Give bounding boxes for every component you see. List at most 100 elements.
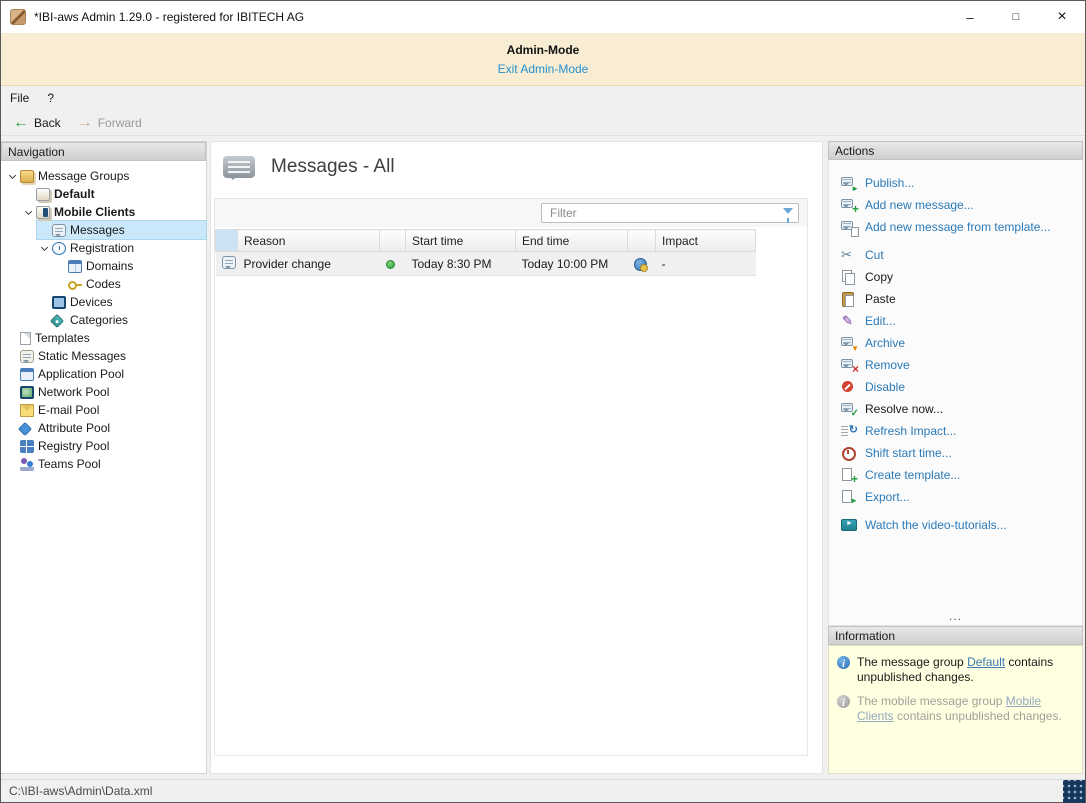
maximize-button[interactable]: □: [993, 1, 1039, 33]
nav-toolbar: ← Back → Forward: [1, 110, 1085, 136]
action-refresh-impact[interactable]: Refresh Impact...: [829, 420, 1082, 442]
minimize-button[interactable]: –: [947, 1, 993, 33]
teams-pool-icon: [20, 457, 34, 471]
action-label: Archive: [865, 336, 906, 350]
action-shift-start-time[interactable]: Shift start time...: [829, 442, 1082, 464]
network-pool-icon: [20, 385, 34, 399]
tree-item-devices[interactable]: Devices: [1, 293, 206, 311]
main-content: Messages - All Reason: [210, 141, 823, 774]
tree-item-core: Devices: [37, 293, 206, 311]
tree-item-label: Application Pool: [38, 367, 125, 381]
table-row[interactable]: Provider change Today 8:30 PM Today 10:00 …: [215, 251, 756, 276]
forward-button[interactable]: → Forward: [73, 114, 150, 132]
tree-item-mobile-clients[interactable]: Mobile Clients: [1, 203, 206, 221]
tree-item-templates[interactable]: Templates: [1, 329, 206, 347]
information-panel: The message group Default contains unpub…: [828, 645, 1083, 774]
back-arrow-icon: ←: [13, 113, 29, 131]
chevron-glyph: [40, 243, 49, 251]
action-create-template[interactable]: Create template...: [829, 464, 1082, 486]
refresh-impact-icon: [841, 423, 858, 439]
chevron-down-icon[interactable]: [21, 207, 36, 215]
tree-item-default[interactable]: Default: [1, 145, 835, 203]
chevron-down-icon[interactable]: [5, 171, 20, 179]
email-pool-icon: [20, 403, 34, 417]
col-start-time[interactable]: Start time: [405, 229, 516, 252]
overlay-glyph: [851, 227, 859, 237]
edit-icon: [841, 313, 857, 329]
action-label: Disable: [865, 380, 906, 394]
tree-item-core: Application Pool: [5, 145, 835, 383]
action-resolve-now[interactable]: Resolve now...: [829, 398, 1082, 420]
tree-item-registry-pool[interactable]: Registry Pool: [1, 145, 835, 455]
action-label: Edit...: [865, 314, 896, 328]
tree-item-message-groups[interactable]: Message Groups: [1, 167, 206, 185]
tree-item-registration[interactable]: Registration: [1, 239, 206, 257]
paste-icon: [841, 291, 857, 307]
tree-item-messages[interactable]: Messages: [1, 145, 835, 240]
action-add-new-message[interactable]: Add new message...: [829, 194, 1082, 216]
action-export[interactable]: Export...: [829, 486, 1082, 508]
tree-item-core: Registry Pool: [5, 145, 835, 455]
filter-input[interactable]: [541, 203, 799, 223]
action-copy[interactable]: Copy: [829, 266, 1082, 288]
action-disable[interactable]: Disable: [829, 376, 1082, 398]
menu-help[interactable]: ?: [38, 86, 63, 110]
tree-item-application-pool[interactable]: Application Pool: [1, 145, 835, 383]
tree-item-domains[interactable]: Domains: [1, 257, 206, 275]
cell-impact-icon: [627, 251, 656, 276]
resize-grip[interactable]: [1063, 779, 1085, 803]
action-publish[interactable]: Publish...: [829, 172, 1082, 194]
overlay-glyph: [851, 406, 859, 419]
tree-item-core: Teams Pool: [5, 145, 835, 473]
col-status[interactable]: [379, 229, 406, 252]
statusbar: C:\IBI-aws\Admin\Data.xml: [1, 779, 1085, 803]
tree-item-static-messages[interactable]: Static Messages: [1, 347, 206, 365]
tree-item-label: Domains: [86, 259, 134, 273]
forward-label: Forward: [97, 115, 142, 130]
col-impact[interactable]: Impact: [655, 229, 756, 252]
tree-item-core: Categories: [37, 145, 835, 329]
col-end-time[interactable]: End time: [515, 229, 628, 252]
action-remove[interactable]: Remove: [829, 354, 1082, 376]
create-template-icon: [841, 467, 858, 485]
admin-mode-title: Admin-Mode: [506, 43, 580, 57]
tree-item-core: E-mail Pool: [5, 145, 835, 419]
chevron-glyph: [8, 171, 17, 179]
info-link-default[interactable]: Default: [967, 655, 1005, 669]
close-button[interactable]: ×: [1039, 1, 1085, 33]
shift-start-time-icon: [841, 446, 857, 461]
chevron-down-icon[interactable]: [37, 243, 52, 251]
video-tutorials-icon: [841, 518, 857, 533]
col-impact-icon[interactable]: [627, 229, 656, 252]
exit-admin-mode-link[interactable]: Exit Admin-Mode: [498, 62, 589, 76]
tree-item-codes[interactable]: Codes: [1, 275, 206, 293]
action-watch-the-video-tutorials[interactable]: Watch the video-tutorials...: [829, 514, 1082, 536]
tree-item-label: Static Messages: [38, 349, 127, 363]
tree-item-categories[interactable]: Categories: [1, 145, 835, 329]
tree-item-label: Registry Pool: [38, 439, 110, 453]
action-label: Shift start time...: [865, 446, 952, 460]
col-reason[interactable]: Reason: [237, 229, 380, 252]
back-button[interactable]: ← Back: [9, 114, 69, 132]
action-cut[interactable]: Cut: [829, 244, 1082, 266]
actions-overflow-button[interactable]: ...: [829, 609, 1082, 623]
categories-icon: [49, 313, 65, 328]
menu-file[interactable]: File: [1, 86, 38, 110]
tree-item-attribute-pool[interactable]: Attribute Pool: [1, 145, 835, 437]
tree-item-network-pool[interactable]: Network Pool: [1, 145, 835, 401]
tree-item-e-mail-pool[interactable]: E-mail Pool: [1, 145, 835, 419]
action-archive[interactable]: Archive: [829, 332, 1082, 354]
action-paste[interactable]: Paste: [829, 288, 1082, 310]
action-add-new-message-from-template[interactable]: Add new message from template...: [829, 216, 1082, 238]
tree-item-teams-pool[interactable]: Teams Pool: [1, 145, 835, 473]
col-icon[interactable]: [215, 229, 238, 252]
action-edit[interactable]: Edit...: [829, 310, 1082, 332]
tree-item-core: Message Groups: [5, 167, 206, 185]
attribute-pool-icon: [17, 421, 33, 436]
export-icon: [841, 489, 858, 505]
info-icon: [837, 695, 850, 708]
cell-status: [379, 251, 406, 276]
